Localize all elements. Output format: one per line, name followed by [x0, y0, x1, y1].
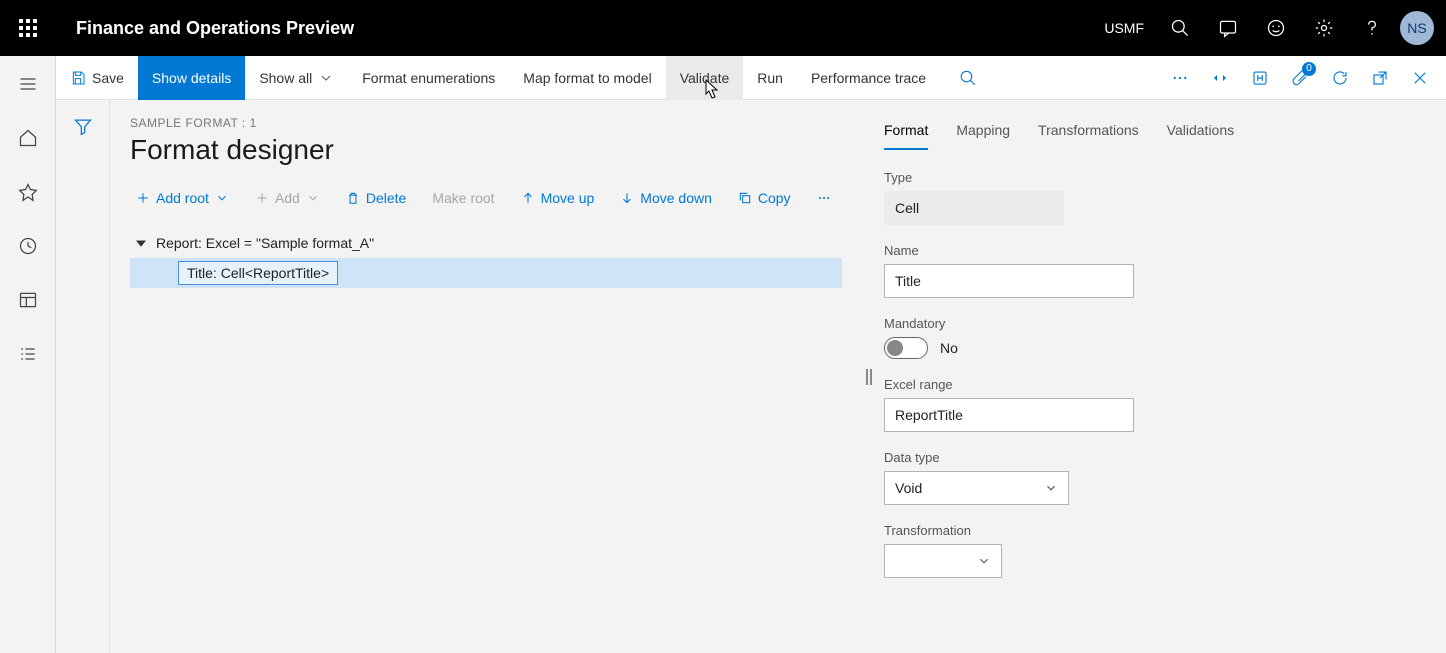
popout-icon[interactable] [1362, 60, 1398, 96]
tree-child-row[interactable]: Title: Cell<ReportTitle> [130, 258, 842, 288]
header-right: USMF NS [1092, 0, 1446, 56]
office-icon[interactable] [1242, 60, 1278, 96]
left-nav-rail [0, 56, 56, 653]
refresh-icon[interactable] [1322, 60, 1358, 96]
tree-root-row[interactable]: Report: Excel = "Sample format_A" [130, 228, 842, 258]
chevron-down-icon [977, 554, 991, 568]
app-launcher-icon[interactable] [0, 0, 56, 56]
data-type-select[interactable]: Void [884, 471, 1069, 505]
performance-trace-button[interactable]: Performance trace [797, 56, 940, 100]
hamburger-icon[interactable] [10, 66, 46, 102]
mandatory-toggle[interactable] [884, 337, 928, 359]
show-details-button[interactable]: Show details [138, 56, 245, 100]
copy-label: Copy [758, 190, 791, 206]
collapse-icon[interactable] [136, 238, 146, 248]
overflow-icon[interactable] [1162, 60, 1198, 96]
chevron-down-icon [318, 70, 334, 86]
transformation-select[interactable] [884, 544, 1002, 578]
tree-overflow-icon[interactable] [811, 187, 837, 209]
make-root-button: Make root [426, 186, 500, 210]
chat-icon[interactable] [1204, 0, 1252, 56]
map-format-label: Map format to model [523, 70, 651, 86]
command-bar: Save Show details Show all Format enumer… [56, 56, 1446, 100]
feedback-icon[interactable] [1252, 0, 1300, 56]
tree-toolbar: Add root Add Delete Make root [130, 186, 842, 210]
save-button[interactable]: Save [56, 56, 138, 100]
add-root-button[interactable]: Add root [130, 186, 235, 210]
cursor-icon [700, 78, 720, 102]
run-label: Run [757, 70, 783, 86]
help-icon[interactable] [1348, 0, 1396, 56]
name-label: Name [884, 243, 1422, 258]
format-tree: Report: Excel = "Sample format_A" Title:… [130, 228, 842, 288]
move-down-button[interactable]: Move down [614, 186, 718, 210]
top-header: Finance and Operations Preview USMF NS [0, 0, 1446, 56]
make-root-label: Make root [432, 190, 494, 206]
tree-child-label: Title: Cell<ReportTitle> [178, 261, 338, 285]
move-up-button[interactable]: Move up [515, 186, 601, 210]
delete-label: Delete [366, 190, 406, 206]
tree-root-label: Report: Excel = "Sample format_A" [156, 235, 374, 251]
name-field[interactable] [884, 264, 1134, 298]
company-code[interactable]: USMF [1092, 20, 1156, 36]
modules-icon[interactable] [10, 336, 46, 372]
attachments-icon[interactable]: 0 [1282, 60, 1318, 96]
chevron-down-icon [306, 191, 320, 205]
move-down-label: Move down [640, 190, 712, 206]
add-button: Add [249, 186, 326, 210]
map-format-button[interactable]: Map format to model [509, 56, 665, 100]
copy-button[interactable]: Copy [732, 186, 797, 210]
settings-icon[interactable] [1300, 0, 1348, 56]
mandatory-value: No [940, 340, 958, 356]
tab-mapping[interactable]: Mapping [956, 116, 1010, 150]
tab-format[interactable]: Format [884, 116, 928, 150]
mandatory-label: Mandatory [884, 316, 1422, 331]
filter-icon[interactable] [73, 116, 93, 653]
tree-panel: SAMPLE FORMAT : 1 Format designer Add ro… [110, 100, 862, 653]
favorites-icon[interactable] [10, 174, 46, 210]
properties-panel: Format Mapping Transformations Validatio… [876, 100, 1446, 653]
property-tabs: Format Mapping Transformations Validatio… [884, 116, 1422, 150]
home-icon[interactable] [10, 120, 46, 156]
chevron-down-icon [1044, 481, 1058, 495]
format-enum-label: Format enumerations [362, 70, 495, 86]
breadcrumb: SAMPLE FORMAT : 1 [130, 116, 842, 130]
add-label: Add [275, 190, 300, 206]
splitter-handle[interactable] [862, 100, 876, 653]
filter-column [56, 100, 110, 653]
tab-validations[interactable]: Validations [1167, 116, 1234, 150]
options-icon[interactable] [1202, 60, 1238, 96]
save-label: Save [92, 70, 124, 86]
show-details-label: Show details [152, 70, 231, 86]
close-icon[interactable] [1402, 60, 1438, 96]
show-all-button[interactable]: Show all [245, 56, 348, 100]
transformation-label: Transformation [884, 523, 1422, 538]
data-type-value: Void [895, 480, 922, 496]
run-button[interactable]: Run [743, 56, 797, 100]
page-title: Format designer [130, 134, 842, 166]
validate-button[interactable]: Validate [666, 56, 744, 100]
app-title: Finance and Operations Preview [56, 18, 354, 39]
attachments-badge: 0 [1302, 62, 1316, 76]
data-type-label: Data type [884, 450, 1422, 465]
toolbar-search-icon[interactable] [950, 60, 986, 96]
search-icon[interactable] [1156, 0, 1204, 56]
type-value: Cell [884, 191, 1064, 225]
tab-transformations[interactable]: Transformations [1038, 116, 1139, 150]
type-label: Type [884, 170, 1422, 185]
delete-button[interactable]: Delete [340, 186, 412, 210]
format-enumerations-button[interactable]: Format enumerations [348, 56, 509, 100]
chevron-down-icon [215, 191, 229, 205]
content-area: SAMPLE FORMAT : 1 Format designer Add ro… [56, 100, 1446, 653]
avatar[interactable]: NS [1400, 11, 1434, 45]
perf-trace-label: Performance trace [811, 70, 926, 86]
show-all-label: Show all [259, 70, 312, 86]
move-up-label: Move up [541, 190, 595, 206]
excel-range-field[interactable] [884, 398, 1134, 432]
recent-icon[interactable] [10, 228, 46, 264]
workspaces-icon[interactable] [10, 282, 46, 318]
add-root-label: Add root [156, 190, 209, 206]
excel-range-label: Excel range [884, 377, 1422, 392]
